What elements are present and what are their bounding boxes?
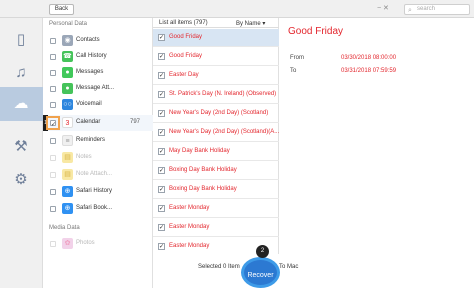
- reminders-checkbox[interactable]: [50, 138, 56, 144]
- list-item[interactable]: ✓ Boxing Day Bank Holiday: [153, 181, 279, 199]
- item-title: Easter Monday: [169, 224, 210, 230]
- item-checkbox[interactable]: ✓: [158, 186, 165, 193]
- detail-title: Good Friday: [288, 26, 344, 37]
- calendar-checkbox[interactable]: ✓: [50, 120, 56, 128]
- to-value: 03/31/2018 07:59:59: [341, 68, 397, 74]
- personal-data-heading: Personal Data: [49, 21, 88, 27]
- list-item[interactable]: ✓ Easter Monday: [153, 200, 279, 218]
- item-title: Good Friday: [169, 53, 203, 59]
- list-item[interactable]: ✓ New Year's Day (2nd Day) (Scotland): [153, 105, 279, 123]
- item-checkbox[interactable]: ✓: [158, 72, 165, 79]
- voicemail-icon: ○○: [62, 99, 73, 110]
- list-item[interactable]: ✓ Easter Day: [153, 67, 279, 85]
- safari-icon: ⊕: [62, 186, 73, 197]
- item-checkbox[interactable]: ✓: [158, 129, 165, 136]
- notes-checkbox: [50, 155, 56, 161]
- message-attachment-icon: ●: [62, 83, 73, 94]
- settings-icon[interactable]: ⚙: [10, 170, 32, 190]
- photos-checkbox: [50, 241, 56, 247]
- item-title: May Day Bank Holiday: [169, 148, 230, 154]
- music-icon[interactable]: ♫: [10, 63, 32, 83]
- contacts-checkbox[interactable]: [50, 38, 56, 44]
- list-header: List all items (797) By Name ▾: [153, 18, 279, 28]
- item-checkbox[interactable]: ✓: [158, 224, 165, 231]
- voicemail-checkbox[interactable]: [50, 102, 56, 108]
- to-mac-label: To Mac: [279, 264, 299, 270]
- item-title: New Year's Day (2nd Day) (Scotland): [169, 110, 269, 116]
- recover-button[interactable]: Recover: [241, 257, 280, 288]
- category-contacts[interactable]: ◉ Contacts: [43, 33, 153, 49]
- category-safari-bookmarks[interactable]: ⊕ Safari Book...: [43, 201, 153, 217]
- item-checkbox[interactable]: ✓: [158, 53, 165, 60]
- search-icon: ⌕: [408, 7, 412, 14]
- from-label: From: [290, 55, 304, 61]
- category-panel: Personal Data ◉ Contacts ☎ Call History …: [43, 18, 153, 288]
- safari-bookmarks-checkbox[interactable]: [50, 206, 56, 212]
- category-voicemail[interactable]: ○○ Voicemail: [43, 97, 153, 113]
- messages-checkbox[interactable]: [50, 70, 56, 76]
- from-value: 03/30/2018 08:00:00: [341, 55, 397, 61]
- footer-bar: Selected 0 Item Recover 2 To Mac: [153, 245, 474, 288]
- note-attachment-icon: ▤: [62, 169, 73, 180]
- category-safari-history[interactable]: ⊕ Safari History: [43, 184, 153, 200]
- list-item[interactable]: ✓ New Year's Day (2nd Day) (Scotland)(A..…: [153, 124, 279, 142]
- tools-icon[interactable]: ⚒: [10, 137, 32, 157]
- cloud-icon: ☁: [13, 95, 29, 112]
- notes-icon: ▤: [62, 152, 73, 163]
- phone-icon: ☎: [62, 51, 73, 62]
- media-data-heading: Media Data: [49, 225, 80, 231]
- item-title: Easter Monday: [169, 205, 210, 211]
- category-reminders[interactable]: ≡ Reminders: [43, 133, 153, 149]
- item-checkbox[interactable]: ✓: [158, 91, 165, 98]
- item-checkbox[interactable]: ✓: [158, 243, 165, 250]
- item-checkbox[interactable]: ✓: [158, 34, 165, 41]
- category-notes: ▤ Notes: [43, 150, 153, 166]
- contacts-icon: ◉: [62, 35, 73, 46]
- list-item[interactable]: ✓ May Day Bank Holiday: [153, 143, 279, 161]
- item-checkbox[interactable]: ✓: [158, 205, 165, 212]
- calendar-icon: 3: [62, 117, 73, 128]
- search-input[interactable]: ⌕ search: [404, 4, 470, 15]
- item-title: Boxing Day Bank Holiday: [169, 186, 237, 192]
- note-attachments-checkbox: [50, 172, 56, 178]
- item-title: New Year's Day (2nd Day) (Scotland)(A...: [169, 129, 280, 135]
- category-note-attachments: ▤ Note Attach...: [43, 167, 153, 183]
- message-attachments-checkbox[interactable]: [50, 86, 56, 92]
- photos-icon: ✿: [62, 238, 73, 249]
- item-title: Good Friday: [169, 34, 203, 40]
- list-item[interactable]: ✓ Good Friday: [153, 48, 279, 66]
- cloud-category[interactable]: ☁: [0, 87, 43, 121]
- reminders-icon: ≡: [62, 135, 73, 146]
- item-checkbox[interactable]: ✓: [158, 167, 165, 174]
- to-label: To: [290, 68, 297, 74]
- list-item[interactable]: ✓ St. Patrick's Day (N. Ireland) (Observe…: [153, 86, 279, 104]
- item-checkbox[interactable]: ✓: [158, 148, 165, 155]
- title-bar: Back − ✕ ⌕ search: [0, 0, 474, 18]
- list-item[interactable]: ✓ Boxing Day Bank Holiday: [153, 162, 279, 180]
- back-button[interactable]: Back: [49, 4, 74, 15]
- category-calendar[interactable]: 1 ✓ 3 Calendar 797: [43, 115, 153, 131]
- item-title: Easter Monday: [169, 243, 210, 249]
- messages-icon: ●: [62, 67, 73, 78]
- item-checkbox[interactable]: ✓: [158, 110, 165, 117]
- category-photos: ✿ Photos: [43, 236, 153, 252]
- left-sidebar: ▯ ♫ ☁ ⚒ ⚙: [0, 18, 43, 288]
- list-item[interactable]: ✓ Good Friday: [153, 29, 279, 47]
- category-call-history[interactable]: ☎ Call History: [43, 49, 153, 65]
- list-item[interactable]: ✓ Easter Monday: [153, 219, 279, 237]
- window-controls[interactable]: − ✕: [377, 4, 389, 12]
- item-title: Boxing Day Bank Holiday: [169, 167, 237, 173]
- sort-dropdown[interactable]: By Name ▾: [236, 20, 265, 27]
- item-title: Easter Day: [169, 72, 199, 78]
- detail-panel: Good Friday From 03/30/2018 08:00:00 To …: [279, 18, 474, 288]
- safari-history-checkbox[interactable]: [50, 189, 56, 195]
- step-marker-2: 2: [256, 245, 269, 258]
- category-messages[interactable]: ● Messages: [43, 65, 153, 81]
- item-title: St. Patrick's Day (N. Ireland) (Observed…: [169, 91, 277, 97]
- safari-bookmark-icon: ⊕: [62, 203, 73, 214]
- category-message-attachments[interactable]: ● Message Att...: [43, 81, 153, 97]
- selected-count: Selected 0 Item: [198, 264, 240, 270]
- call-history-checkbox[interactable]: [50, 54, 56, 60]
- phone-device-icon[interactable]: ▯: [10, 30, 32, 50]
